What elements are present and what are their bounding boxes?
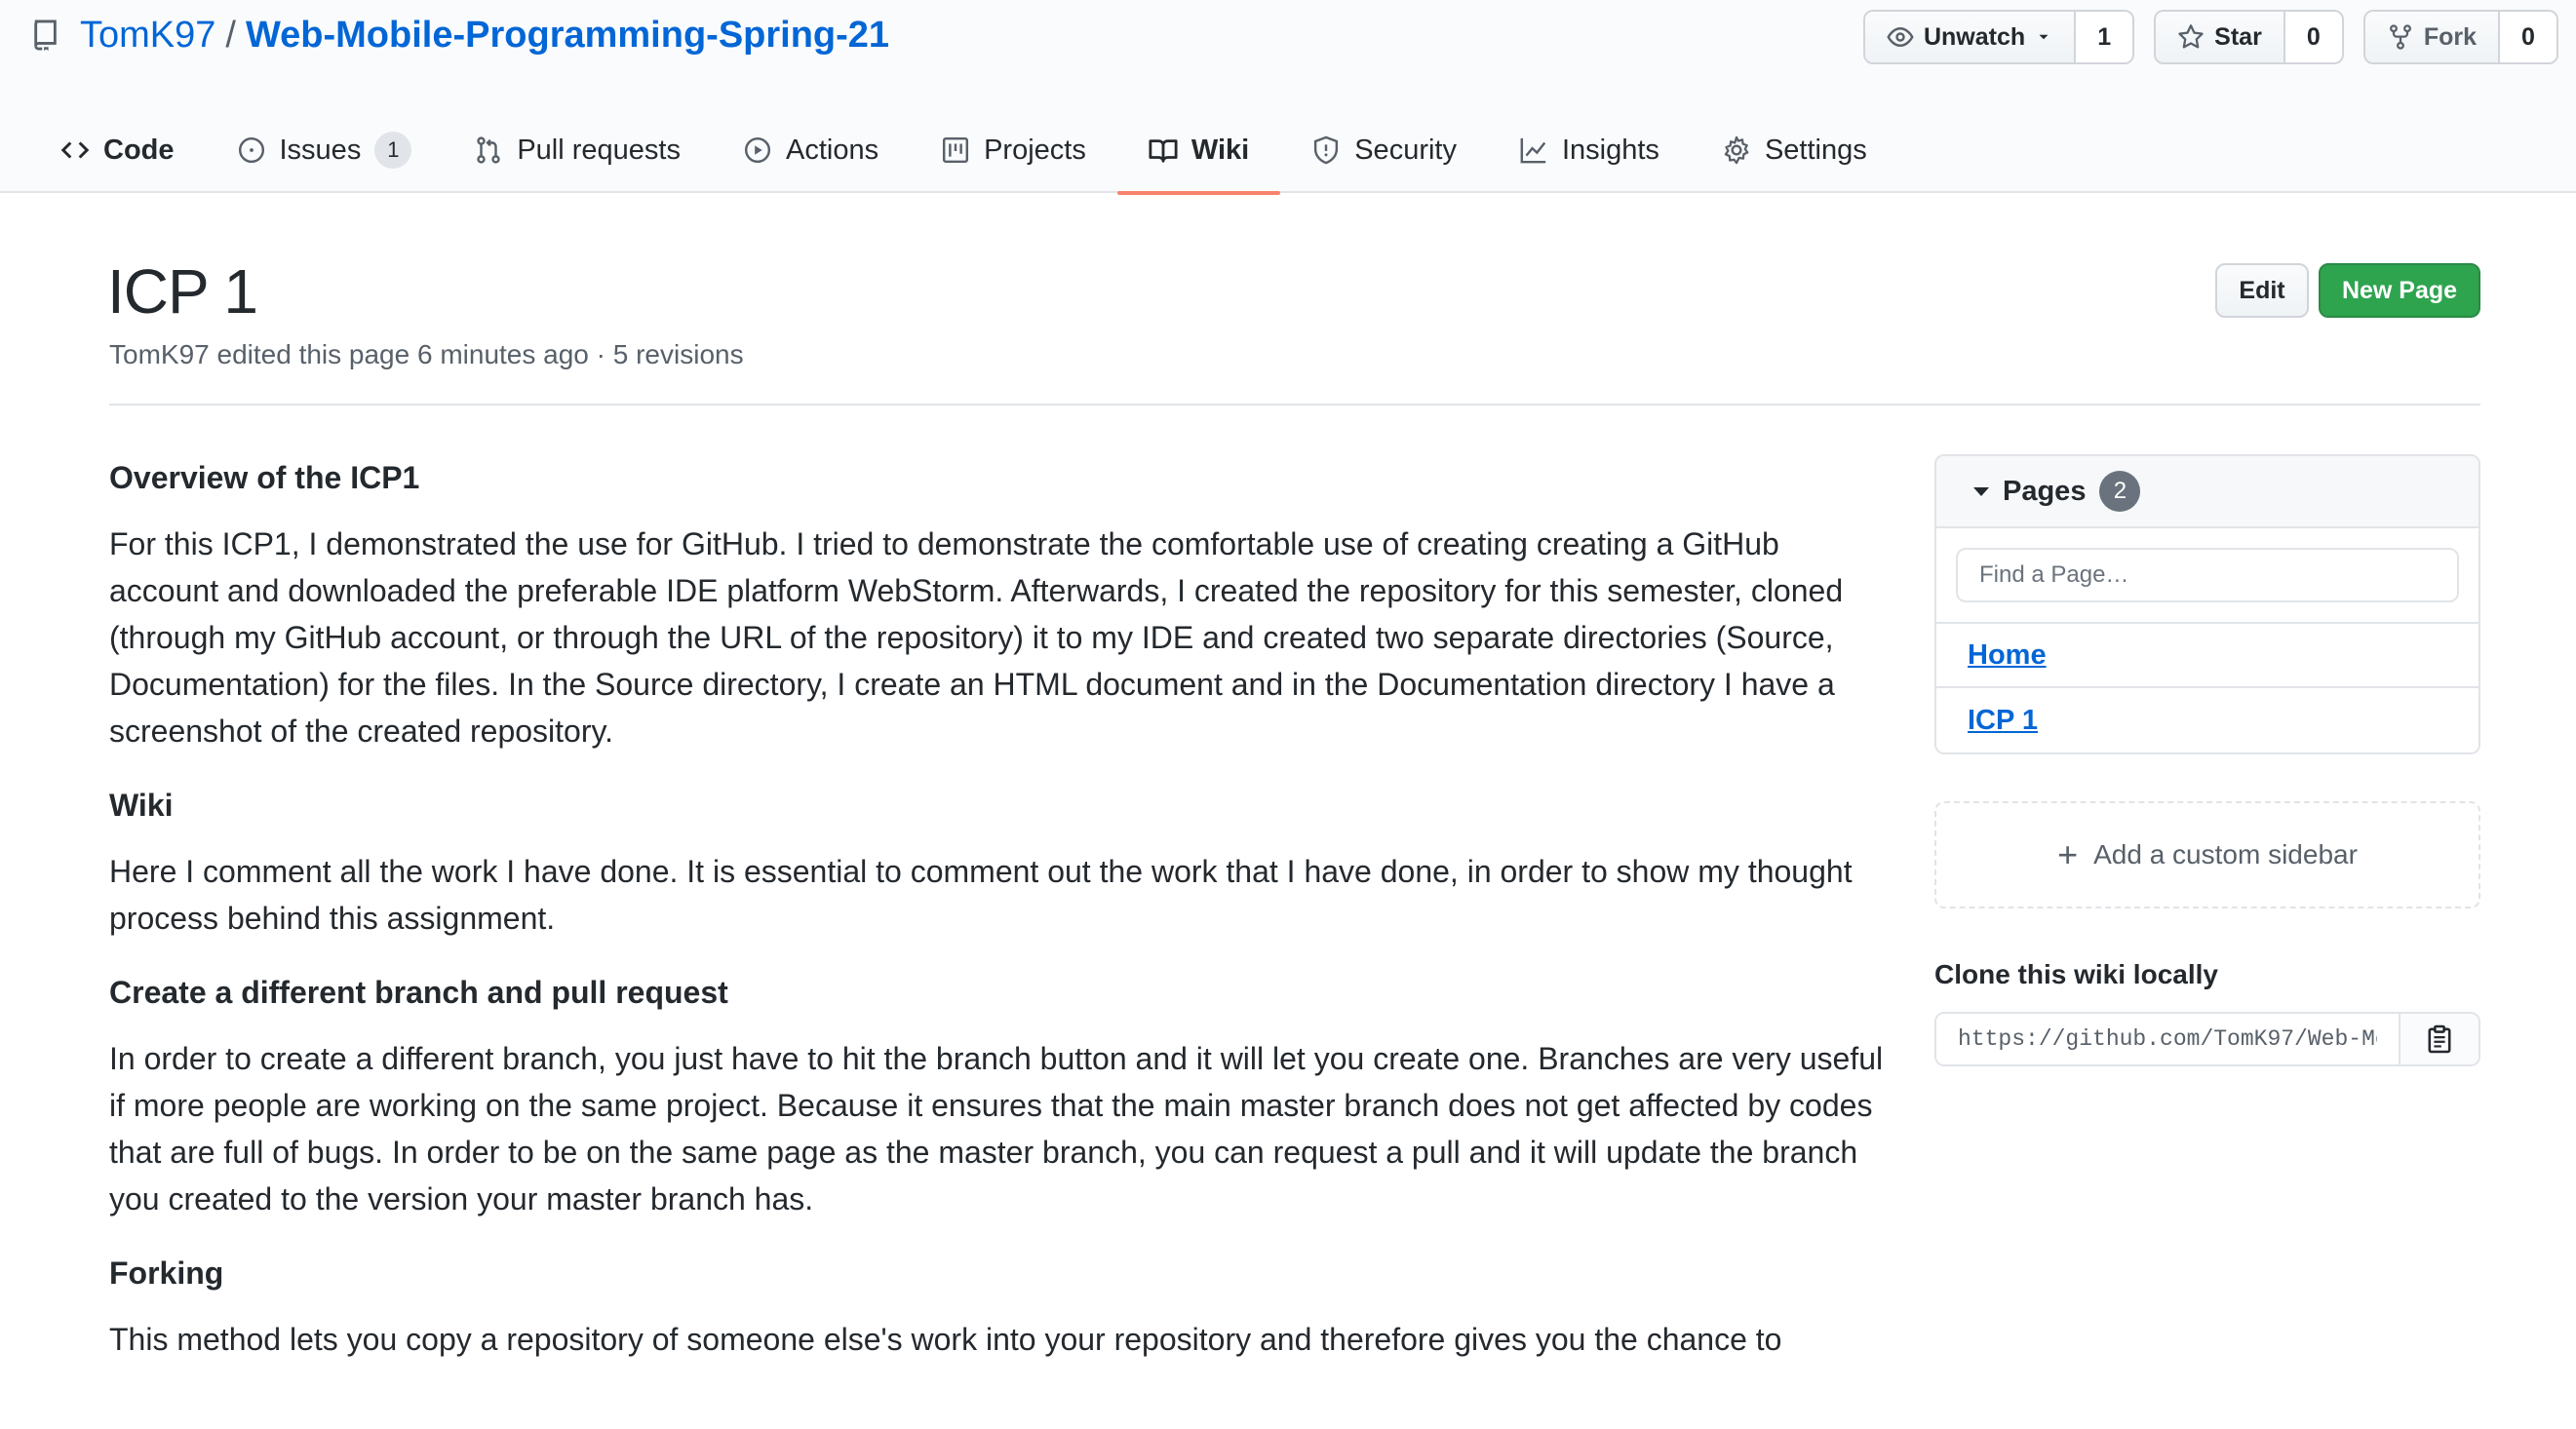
add-custom-sidebar-button[interactable]: + Add a custom sidebar — [1934, 801, 2480, 908]
repo-name-link[interactable]: Web-Mobile-Programming-Spring-21 — [246, 15, 889, 57]
repo-icon — [34, 19, 57, 51]
page-link-home[interactable]: Home — [1936, 624, 2478, 688]
clone-url-group — [1934, 1012, 2480, 1066]
star-icon — [2178, 24, 2204, 49]
star-button-group: Star 0 — [2154, 10, 2344, 64]
tab-security-label: Security — [1354, 134, 1457, 166]
watch-count[interactable]: 1 — [2074, 12, 2133, 62]
pages-counter: 2 — [2099, 471, 2141, 512]
tab-wiki[interactable]: Wiki — [1116, 107, 1281, 195]
section-paragraph: In order to create a different branch, y… — [109, 1041, 1884, 1217]
clipboard-icon — [2428, 1024, 2451, 1054]
copy-clone-url-button[interactable] — [2399, 1014, 2478, 1064]
pages-toggle[interactable]: Pages 2 — [1936, 456, 2478, 528]
project-icon — [943, 136, 969, 164]
fork-label: Fork — [2423, 22, 2477, 51]
pull-request-icon — [477, 136, 501, 164]
wiki-page-title: ICP 1 — [107, 256, 258, 327]
star-count[interactable]: 0 — [2283, 12, 2342, 62]
chevron-down-icon — [2039, 34, 2049, 40]
plus-icon: + — [2057, 834, 2079, 874]
issues-counter: 1 — [374, 132, 412, 169]
fork-button-group: Fork 0 — [2362, 10, 2558, 64]
issue-icon — [238, 136, 264, 164]
tab-security[interactable]: Security — [1280, 107, 1488, 193]
tab-settings-label: Settings — [1764, 134, 1867, 166]
new-page-button[interactable]: New Page — [2319, 263, 2480, 318]
find-page-row — [1936, 528, 2478, 624]
section-heading: Create a different branch and pull reque… — [109, 975, 728, 1010]
repo-owner-link[interactable]: TomK97 — [80, 15, 215, 57]
tab-actions-label: Actions — [785, 134, 879, 166]
repo-actions: Unwatch 1 Star 0 Fork 0 — [1862, 10, 2558, 64]
tab-issues-label: Issues — [279, 134, 362, 166]
fork-icon — [2389, 24, 2411, 50]
repo-separator: / — [225, 14, 236, 56]
section-heading: Overview of the ICP1 — [109, 460, 420, 495]
tab-actions[interactable]: Actions — [712, 107, 910, 193]
fork-button[interactable]: Fork — [2364, 12, 2498, 62]
star-label: Star — [2214, 22, 2262, 51]
pages-label: Pages — [2003, 475, 2087, 507]
tab-wiki-label: Wiki — [1190, 134, 1250, 166]
clone-url-input[interactable] — [1936, 1014, 2399, 1064]
section-paragraph: For this ICP1, I demonstrated the use fo… — [109, 526, 1844, 749]
gear-icon — [1724, 135, 1749, 165]
fork-count[interactable]: 0 — [2498, 12, 2556, 62]
tab-code[interactable]: Code — [29, 107, 206, 193]
add-custom-sidebar-label: Add a custom sidebar — [2093, 839, 2358, 869]
tab-pull-requests[interactable]: Pull requests — [443, 107, 712, 193]
shield-icon — [1314, 135, 1339, 165]
wiki-content: Overview of the ICP1 For this ICP1, I de… — [109, 450, 1884, 1386]
repo-nav-tabs: Code Issues 1 Pull requests Actions Proj… — [29, 107, 1898, 195]
page-link-icp1[interactable]: ICP 1 — [1936, 688, 2478, 753]
star-button[interactable]: Star — [2156, 12, 2283, 62]
tab-code-label: Code — [103, 134, 175, 166]
unwatch-label: Unwatch — [1923, 22, 2026, 51]
tab-pull-requests-label: Pull requests — [517, 134, 681, 166]
wiki-page-meta[interactable]: TomK97 edited this page 6 minutes ago · … — [109, 339, 744, 370]
caret-down-icon — [1973, 486, 1989, 496]
repo-header: TomK97 / Web-Mobile-Programming-Spring-2… — [0, 0, 2576, 195]
graph-icon — [1520, 137, 1546, 164]
title-divider — [109, 404, 2480, 406]
section-paragraph: Here I comment all the work I have done.… — [109, 854, 1853, 936]
tab-insights[interactable]: Insights — [1488, 107, 1691, 193]
repo-title: TomK97 / Web-Mobile-Programming-Spring-2… — [31, 10, 889, 60]
pages-box: Pages 2 Home ICP 1 — [1934, 454, 2480, 754]
tab-issues[interactable]: Issues 1 — [206, 107, 444, 193]
watch-button-group: Unwatch 1 — [1862, 10, 2135, 64]
section-heading: Wiki — [109, 788, 174, 823]
edit-button[interactable]: Edit — [2215, 263, 2309, 318]
eye-icon — [1887, 27, 1914, 47]
book-icon — [1149, 139, 1178, 163]
section-heading: Forking — [109, 1255, 224, 1291]
tab-insights-label: Insights — [1561, 134, 1659, 166]
play-icon — [744, 136, 771, 164]
tab-settings[interactable]: Settings — [1691, 107, 1898, 193]
find-page-input[interactable] — [1956, 548, 2459, 602]
unwatch-button[interactable]: Unwatch — [1864, 12, 2075, 62]
clone-title: Clone this wiki locally — [1934, 959, 2218, 989]
tab-projects[interactable]: Projects — [910, 107, 1117, 193]
code-icon — [60, 141, 90, 159]
tab-projects-label: Projects — [984, 134, 1086, 166]
section-paragraph: This method lets you copy a repository o… — [109, 1322, 1782, 1357]
